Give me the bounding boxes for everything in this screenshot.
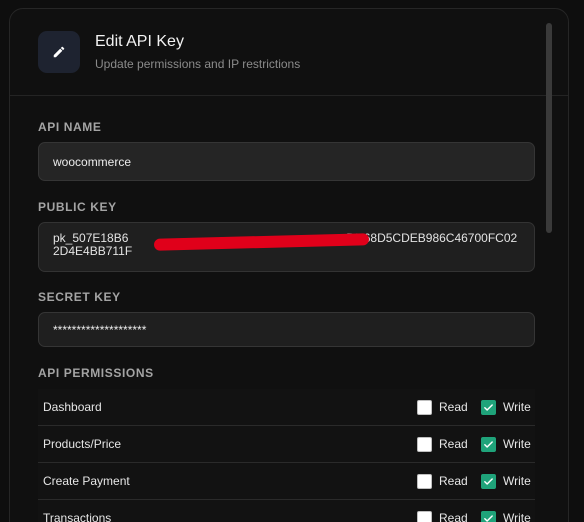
read-label: Read [439,400,468,414]
write-checkbox[interactable] [481,436,496,452]
write-option[interactable]: Write [481,510,531,522]
secret-key-label: SECRET KEY [38,290,121,304]
dialog-title: Edit API Key [95,33,184,50]
write-label: Write [503,437,531,451]
read-option[interactable]: Read [417,473,468,489]
write-label: Write [503,400,531,414]
read-option[interactable]: Read [417,436,468,452]
read-checkbox[interactable] [417,399,432,415]
public-key-value-start: pk_507E18B6 [53,231,129,245]
permission-name: Dashboard [43,400,102,414]
secret-key-input[interactable] [38,312,535,347]
write-checkbox[interactable] [481,399,496,415]
write-option[interactable]: Write [481,399,531,415]
dialog-subtitle: Update permissions and IP restrictions [95,57,301,71]
permission-name: Transactions [43,511,112,522]
write-label: Write [503,474,531,488]
api-permissions-label: API PERMISSIONS [38,366,154,380]
write-option[interactable]: Write [481,436,531,452]
permission-row: Products/Price Read Write [38,426,535,463]
dialog-scrollbar[interactable] [546,23,552,233]
read-option[interactable]: Read [417,399,468,415]
read-label: Read [439,474,468,488]
permission-row: Create Payment Read Write [38,463,535,500]
pencil-icon [38,31,80,73]
read-option[interactable]: Read [417,510,468,522]
redaction-mark [153,233,370,251]
read-label: Read [439,511,468,522]
permission-row: Transactions Read Write [38,500,535,522]
permission-name: Create Payment [43,474,130,488]
edit-api-key-dialog: Edit API Key Update permissions and IP r… [9,8,569,522]
public-key-label: PUBLIC KEY [38,200,117,214]
dialog-header: Edit API Key Update permissions and IP r… [10,9,568,96]
read-label: Read [439,437,468,451]
api-name-input[interactable] [38,142,535,181]
write-label: Write [503,511,531,522]
public-key-field: pk_507E18B6 DD68D5CDEB986C46700FC022D4E4B… [38,222,535,272]
permissions-table: Dashboard Read Write Products/Price Read Writ… [38,389,535,522]
read-checkbox[interactable] [417,510,432,522]
permission-name: Products/Price [43,437,122,451]
api-name-label: API NAME [38,120,102,134]
write-checkbox[interactable] [481,473,496,489]
write-option[interactable]: Write [481,473,531,489]
write-checkbox[interactable] [481,510,496,522]
permission-row: Dashboard Read Write [38,389,535,426]
read-checkbox[interactable] [417,473,432,489]
read-checkbox[interactable] [417,436,432,452]
